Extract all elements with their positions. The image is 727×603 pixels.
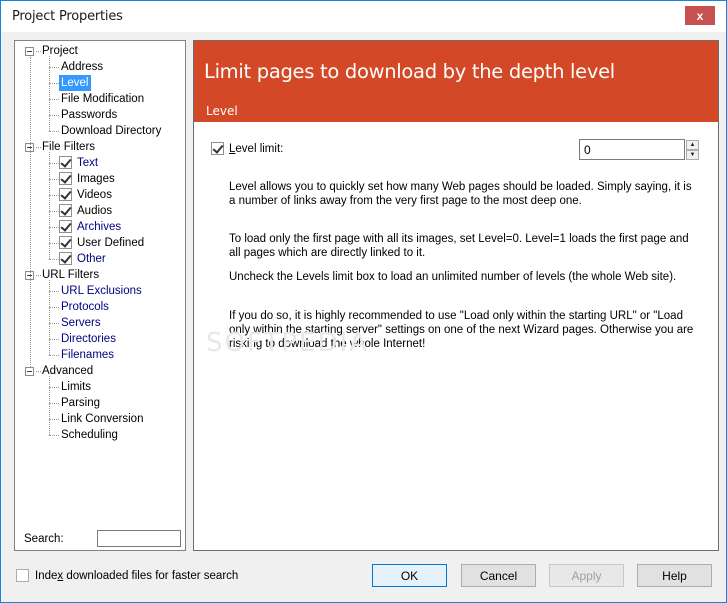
spin-up-arrow-icon[interactable]: ▲ (686, 140, 699, 150)
close-icon: x (696, 8, 704, 23)
title-bar[interactable]: Project Properties x (1, 1, 726, 32)
checkbox-checked-icon[interactable] (59, 156, 72, 169)
tree-connector (49, 387, 59, 388)
tree-item-label[interactable]: Passwords (59, 107, 119, 123)
tree-connector (49, 115, 59, 116)
level-limit-label: Level limit: (229, 142, 284, 155)
index-files-checkbox[interactable]: Index downloaded files for faster search (16, 569, 238, 582)
tree-item-label[interactable]: Audios (75, 203, 114, 219)
checkbox-checked-icon[interactable] (211, 142, 224, 155)
spin-down-arrow-icon[interactable]: ▼ (686, 150, 699, 160)
page-title: Limit pages to download by the depth lev… (204, 60, 615, 83)
level-limit-checkbox[interactable]: Level limit: (211, 142, 283, 155)
tree-connector (49, 56, 50, 131)
tree-item-label[interactable]: Servers (59, 315, 103, 331)
description-paragraph: Uncheck the Levels limit box to load an … (229, 271, 677, 283)
tree-item-label[interactable]: Filenames (59, 347, 116, 363)
tree-item-label[interactable]: Other (75, 251, 108, 267)
tree-connector (49, 355, 59, 356)
collapse-icon[interactable] (25, 47, 34, 56)
tree-item-label[interactable]: Level (59, 75, 91, 91)
tree-item-label[interactable]: Limits (59, 379, 93, 395)
search-label: Search: (24, 533, 64, 545)
content-panel: Limit pages to download by the depth lev… (193, 40, 719, 551)
watermark: SOFTPEDIA (206, 328, 369, 358)
help-button[interactable]: Help (637, 564, 712, 587)
tree-item-label[interactable]: Images (75, 171, 117, 187)
tree-group-label[interactable]: Project (40, 43, 80, 59)
tree-item-label[interactable]: URL Exclusions (59, 283, 144, 299)
tree-connector (49, 323, 59, 324)
dialog-client: Project Address Level File Modification Pass… (1, 32, 726, 602)
collapse-icon[interactable] (25, 367, 34, 376)
tree-item-label[interactable]: Directories (59, 331, 118, 347)
checkbox-checked-icon[interactable] (59, 252, 72, 265)
tree-item-label[interactable]: Parsing (59, 395, 102, 411)
tree-connector (49, 179, 59, 180)
checkbox-checked-icon[interactable] (59, 172, 72, 185)
tree-connector (49, 280, 50, 355)
tree-item-label[interactable]: Download Directory (59, 123, 163, 139)
tree-connector (49, 67, 59, 68)
tree-connector (49, 403, 59, 404)
tree-connector (49, 195, 59, 196)
tree-item-label[interactable]: Address (59, 59, 105, 75)
checkbox-checked-icon[interactable] (59, 220, 72, 233)
tree-connector (49, 99, 59, 100)
tree-item-label[interactable]: Text (75, 155, 100, 171)
tree-connector (49, 291, 59, 292)
settings-tree-panel: Project Address Level File Modification Pass… (14, 40, 186, 551)
tree-item-label[interactable]: Archives (75, 219, 123, 235)
level-spinner: ▲ ▼ (686, 140, 699, 160)
checkbox-checked-icon[interactable] (59, 204, 72, 217)
window-title: Project Properties (12, 9, 123, 24)
close-button[interactable]: x (685, 6, 715, 25)
ok-button[interactable]: OK (372, 564, 447, 587)
tree-item-label[interactable]: Videos (75, 187, 114, 203)
index-files-label: Index downloaded files for faster search (35, 569, 239, 582)
search-input[interactable] (97, 530, 181, 547)
tree-connector (49, 131, 59, 132)
level-value-input[interactable] (579, 139, 685, 160)
tree-connector (49, 211, 59, 212)
tree-connector (49, 419, 59, 420)
tree-connector (49, 259, 59, 260)
tree-item-label[interactable]: User Defined (75, 235, 146, 251)
tree-item-label[interactable]: Link Conversion (59, 411, 145, 427)
tree-connector (30, 57, 31, 367)
checkbox-unchecked-icon[interactable] (16, 569, 29, 582)
cancel-button[interactable]: Cancel (461, 564, 536, 587)
tree-connector (49, 83, 59, 84)
tree-connector (49, 163, 59, 164)
tree-connector (49, 307, 59, 308)
tree-connector (49, 376, 50, 435)
tree-connector (49, 227, 59, 228)
apply-button[interactable]: Apply (549, 564, 624, 587)
tree-connector (49, 339, 59, 340)
description-paragraph: Level allows you to quickly set how many… (229, 181, 692, 207)
description-paragraph: To load only the first page with all its… (229, 233, 689, 259)
tree-connector (49, 152, 50, 259)
tree-connector (49, 243, 59, 244)
checkbox-checked-icon[interactable] (59, 236, 72, 249)
tree-item-label[interactable]: File Modification (59, 91, 146, 107)
section-title: Level (206, 104, 238, 118)
tree-connector (49, 435, 59, 436)
tree-item-label[interactable]: Scheduling (59, 427, 120, 443)
page-banner: Limit pages to download by the depth lev… (194, 41, 718, 122)
project-properties-window: Project Properties x Project Address Level… (0, 0, 727, 603)
checkbox-checked-icon[interactable] (59, 188, 72, 201)
tree-item-label[interactable]: Protocols (59, 299, 111, 315)
